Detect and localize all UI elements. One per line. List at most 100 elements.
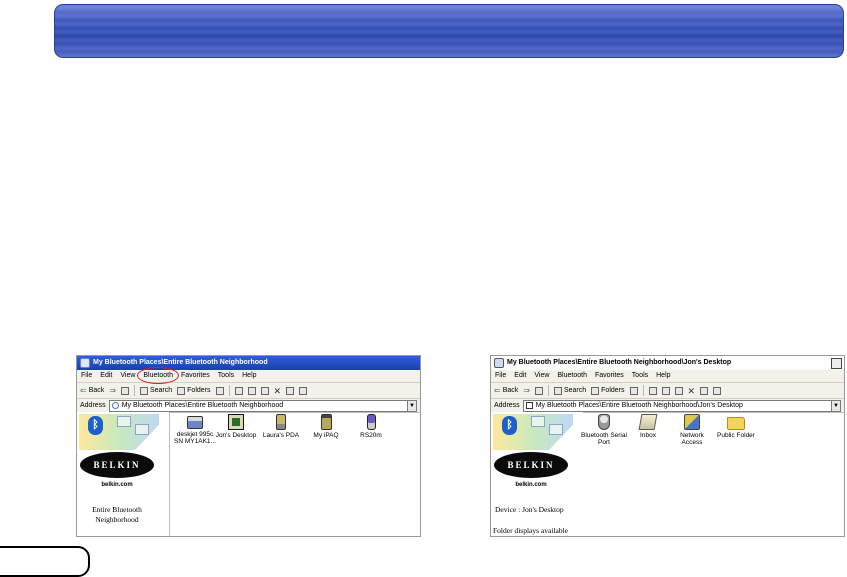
toolbar-separator [133, 385, 135, 396]
menu-bar: File Edit View Bluetooth Favorites Tools… [77, 367, 420, 384]
delete-icon[interactable]: ✕ [274, 386, 282, 395]
device-item-jons-desktop[interactable]: Jon's Desktop [213, 414, 259, 439]
device-name-label: Device : Jon's Desktop [495, 505, 564, 514]
menu-tools[interactable]: Tools [218, 370, 234, 382]
toolbar: ⇐ Back ⇒ Search Folders ✕ [77, 383, 420, 399]
info-side-panel: ᛒ BELKIN belkin.com Device : Jon's Deskt… [491, 412, 583, 536]
copy-icon[interactable] [247, 386, 256, 395]
menu-edit[interactable]: Edit [100, 370, 112, 382]
computer-icon [494, 358, 504, 368]
menu-bar: File Edit View Bluetooth Favorites Tools… [491, 370, 844, 383]
bluetooth-globe-icon [111, 402, 119, 409]
device-item-my-ipaq[interactable]: My iPAQ [303, 414, 349, 439]
device-item-lauras-pda[interactable]: Laura's PDA [258, 414, 304, 439]
menu-bluetooth[interactable]: Bluetooth [557, 370, 587, 382]
info-side-panel: ᛒ BELKIN belkin.com Entire Bluetooth Nei… [77, 412, 170, 536]
address-bar: Address My Bluetooth Places\Entire Bluet… [77, 399, 420, 413]
decorative-box [531, 416, 545, 427]
mobile-phone-icon [366, 414, 376, 430]
window-titlebar[interactable]: My Bluetooth Places\Entire Bluetooth Nei… [491, 356, 844, 370]
back-button[interactable]: ⇐ Back [494, 385, 518, 395]
address-input[interactable]: My Bluetooth Places\Entire Bluetooth Nei… [108, 399, 417, 412]
serial-port-icon [598, 414, 610, 430]
search-button[interactable]: Search [139, 386, 172, 395]
views-icon[interactable] [299, 386, 308, 395]
menu-favorites[interactable]: Favorites [595, 370, 624, 382]
folders-icon [177, 386, 186, 395]
belkin-url: belkin.com [515, 482, 547, 488]
bluetooth-places-icon [80, 358, 90, 368]
up-folder-icon[interactable] [534, 386, 543, 395]
service-item-inbox[interactable]: Inbox [625, 414, 671, 439]
panel-title: Entire Bluetooth Neighborhood [92, 505, 142, 524]
service-item-network-access[interactable]: Network Access [669, 414, 715, 446]
menu-file[interactable]: File [81, 370, 92, 382]
paste-icon[interactable] [674, 386, 683, 395]
menu-bluetooth[interactable]: Bluetooth [137, 367, 179, 384]
search-button[interactable]: Search [553, 386, 586, 395]
menu-edit[interactable]: Edit [514, 370, 526, 382]
menu-favorites[interactable]: Favorites [181, 370, 210, 382]
forward-arrow-icon[interactable]: ⇒ [109, 386, 116, 395]
back-button[interactable]: ⇐ Back [80, 385, 104, 395]
address-dropdown[interactable]: ▼ [831, 400, 840, 411]
belkin-logo: BELKIN [494, 452, 568, 478]
window-titlebar[interactable]: My Bluetooth Places\Entire Bluetooth Nei… [77, 356, 420, 370]
address-input[interactable]: My Bluetooth Places\Entire Bluetooth Nei… [522, 399, 841, 412]
cut-icon[interactable] [234, 386, 243, 395]
address-value: My Bluetooth Places\Entire Bluetooth Nei… [535, 402, 743, 409]
device-item-printer[interactable]: deskjet 995c SN MY1AK1... [172, 414, 218, 445]
forward-arrow-icon[interactable]: ⇒ [523, 386, 530, 395]
folders-button[interactable]: Folders [591, 386, 625, 395]
toolbar-separator [547, 385, 549, 396]
folders-icon [591, 386, 600, 395]
window-title: My Bluetooth Places\Entire Bluetooth Nei… [507, 359, 732, 366]
search-icon [139, 386, 148, 395]
bluetooth-logo-icon: ᛒ [502, 416, 517, 435]
menu-tools[interactable]: Tools [632, 370, 648, 382]
toolbar: ⇐ Back ⇒ Search Folders ✕ [491, 383, 844, 399]
menu-help[interactable]: Help [242, 370, 256, 382]
menu-view[interactable]: View [120, 370, 135, 382]
address-dropdown[interactable]: ▼ [407, 400, 416, 411]
history-icon[interactable] [629, 386, 638, 395]
decorative-box [117, 416, 131, 427]
inbox-icon [638, 414, 658, 430]
bluetooth-logo-icon: ᛒ [88, 416, 103, 435]
service-list: Bluetooth Serial Port Inbox Network Acce… [581, 412, 844, 536]
decorative-box [135, 424, 149, 435]
views-icon[interactable] [713, 386, 722, 395]
back-arrow-icon: ⇐ [494, 385, 501, 395]
properties-icon[interactable] [700, 386, 709, 395]
minimize-button[interactable] [831, 357, 842, 369]
page-number-tab [0, 546, 90, 577]
device-list: deskjet 995c SN MY1AK1... Jon's Desktop … [170, 412, 420, 536]
menu-file[interactable]: File [495, 370, 506, 382]
service-item-serial-port[interactable]: Bluetooth Serial Port [581, 414, 627, 446]
folder-icon [727, 417, 745, 430]
back-arrow-icon: ⇐ [80, 385, 87, 395]
ipaq-icon [320, 414, 332, 430]
window-title: My Bluetooth Places\Entire Bluetooth Nei… [93, 359, 268, 366]
up-folder-icon[interactable] [120, 386, 129, 395]
window-content: ᛒ BELKIN belkin.com Entire Bluetooth Nei… [77, 412, 420, 536]
delete-icon[interactable]: ✕ [688, 386, 696, 395]
printer-icon [187, 416, 203, 429]
properties-icon[interactable] [286, 386, 295, 395]
toolbar-separator [642, 385, 644, 396]
device-item-rs20m[interactable]: RS20m [348, 414, 394, 439]
menu-help[interactable]: Help [656, 370, 670, 382]
folders-button[interactable]: Folders [177, 386, 211, 395]
cut-icon[interactable] [648, 386, 657, 395]
jons-desktop-window: My Bluetooth Places\Entire Bluetooth Nei… [490, 355, 845, 537]
computer-icon [525, 402, 533, 409]
menu-view[interactable]: View [534, 370, 549, 382]
service-item-public-folder[interactable]: Public Folder [713, 414, 759, 439]
network-access-icon [684, 414, 700, 430]
copy-icon[interactable] [661, 386, 670, 395]
belkin-logo: BELKIN [80, 452, 154, 478]
window-content: ᛒ BELKIN belkin.com Device : Jon's Deskt… [491, 412, 844, 536]
paste-icon[interactable] [260, 386, 269, 395]
history-icon[interactable] [215, 386, 224, 395]
belkin-url: belkin.com [101, 482, 133, 488]
